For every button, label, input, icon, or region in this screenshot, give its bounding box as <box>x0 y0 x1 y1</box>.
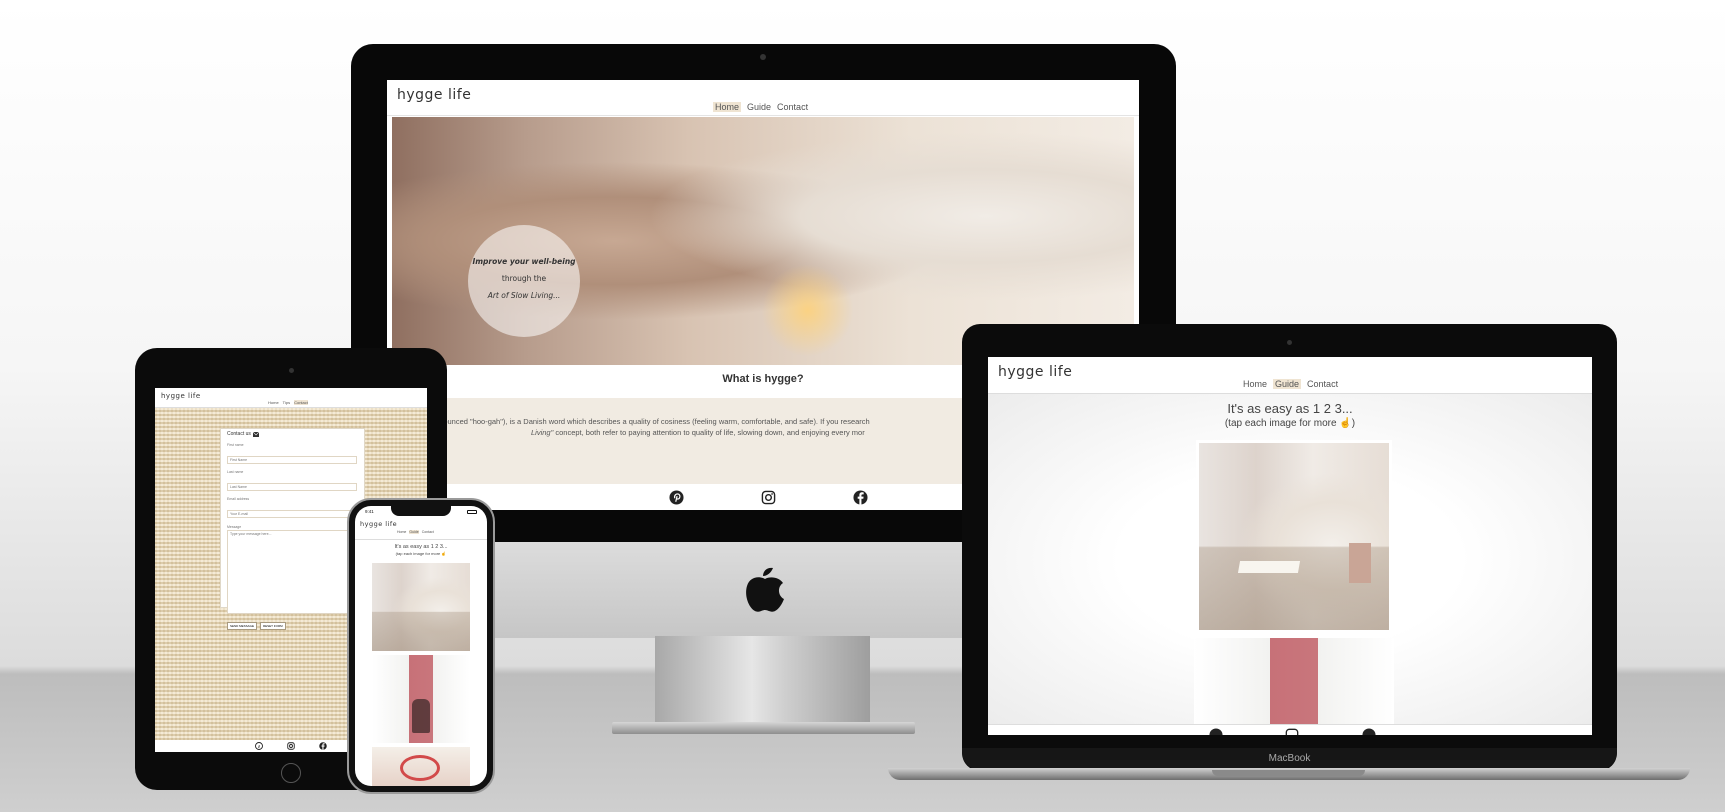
email-label: Email address <box>227 497 250 501</box>
last-name-label: Last name <box>227 470 244 474</box>
instagram-icon[interactable] <box>1285 728 1299 735</box>
yoga-figure <box>412 699 430 733</box>
iphone-nav-guide[interactable]: Guide <box>409 530 419 534</box>
imac-foot <box>612 722 915 734</box>
mb-heading: It's as easy as 1 2 3... <box>1227 401 1353 416</box>
intro-rest: concept, both refer to paying attention … <box>555 428 865 437</box>
book-shape <box>1237 561 1301 573</box>
mb-subheading-close: ) <box>1351 418 1356 429</box>
brand-logo[interactable]: hygge life <box>397 87 471 103</box>
iphone-header: hygge life Home Guide Contact <box>355 518 487 540</box>
ipad-brand[interactable]: hygge life <box>161 392 201 400</box>
ipad-header: hygge life Home Tips Contact <box>155 388 427 408</box>
iphone-guide-image-2[interactable] <box>372 655 470 743</box>
mb-brand[interactable]: hygge life <box>998 364 1072 380</box>
iphone-nav: Home Guide Contact <box>397 530 434 534</box>
mb-nav: Home Guide Contact <box>1243 379 1338 389</box>
hero-circle: Improve your well-being through the Art … <box>468 225 580 337</box>
envelope-icon <box>252 431 259 437</box>
hero-line-2: through the <box>501 274 547 283</box>
facebook-icon[interactable] <box>319 742 327 750</box>
instagram-icon[interactable] <box>761 490 776 505</box>
facebook-icon[interactable] <box>853 490 868 505</box>
hand-pointer-icon: ☝ <box>1339 418 1352 429</box>
first-name-input[interactable] <box>227 456 357 464</box>
ipad-nav-home[interactable]: Home <box>268 400 279 405</box>
nav-guide[interactable]: Guide <box>747 102 771 112</box>
nav-contact[interactable]: Contact <box>777 102 808 112</box>
last-name-input[interactable] <box>227 483 357 491</box>
iphone-subheading-text: (tap each image for more <box>395 551 441 556</box>
email-input[interactable] <box>227 510 357 518</box>
form-title: Contact us <box>227 431 259 437</box>
hero-line-1: Improve your well-being <box>472 257 576 266</box>
macbook-camera <box>1287 340 1292 345</box>
mb-subheading-text: (tap each image for more <box>1224 418 1337 429</box>
intro-em: Living" <box>531 428 554 437</box>
ipad-nav-tips[interactable]: Tips <box>283 400 290 405</box>
mb-nav-home[interactable]: Home <box>1243 379 1267 389</box>
mb-nav-guide[interactable]: Guide <box>1273 379 1302 389</box>
mb-nav-contact[interactable]: Contact <box>1307 379 1338 389</box>
facebook-icon[interactable] <box>1362 728 1376 735</box>
macbook-label: MacBook <box>962 748 1617 770</box>
mb-content: It's as easy as 1 2 3... (tap each image… <box>988 394 1592 724</box>
image-3-ring <box>400 755 440 781</box>
macbook-screen: hygge life Home Guide Contact It's as ea… <box>988 357 1592 735</box>
ipad-nav-contact[interactable]: Contact <box>294 400 308 405</box>
message-textarea[interactable] <box>227 530 357 614</box>
iphone-notch <box>391 506 451 516</box>
iphone-screen: 9:41 hygge life Home Guide Contact It's … <box>355 506 487 786</box>
mb-guide-image-2[interactable] <box>1194 638 1394 724</box>
main-nav: Home Guide Contact <box>713 102 808 112</box>
hero-line-3: Art of Slow Living... <box>487 291 561 300</box>
macbook-notch <box>1212 770 1365 776</box>
imac-camera <box>760 54 766 60</box>
iphone-status-time: 9:41 <box>365 509 374 514</box>
apple-logo-icon <box>746 567 784 612</box>
send-message-button[interactable]: SEND MESSAGE <box>227 622 258 630</box>
books-stack <box>1349 543 1371 583</box>
mb-footer <box>988 724 1592 735</box>
intro-line-1: onounced "hoo-gah"), is a Danish word wh… <box>435 417 870 426</box>
mb-guide-image-1[interactable] <box>1196 440 1392 633</box>
ipad-camera <box>289 368 294 373</box>
ipad-home-button[interactable] <box>281 763 301 783</box>
imac-stand <box>655 636 870 734</box>
form-buttons: SEND MESSAGE RESET FORM <box>227 622 358 630</box>
intro-line-2: Living" concept, both refer to paying at… <box>531 428 865 437</box>
mb-subheading: (tap each image for more ☝) <box>988 418 1592 429</box>
contact-form: Contact us First name Last name Email ad… <box>220 428 365 630</box>
reset-form-button[interactable]: RESET FORM <box>260 622 286 630</box>
mb-header: hygge life Home Guide Contact <box>988 357 1592 394</box>
pinterest-icon[interactable] <box>255 742 263 750</box>
iphone-brand[interactable]: hygge life <box>360 520 397 528</box>
pinterest-icon[interactable] <box>669 490 684 505</box>
nav-home[interactable]: Home <box>713 102 742 112</box>
ipad-nav: Home Tips Contact <box>268 400 308 405</box>
form-title-text: Contact us <box>227 431 251 437</box>
iphone-nav-contact[interactable]: Contact <box>422 530 434 534</box>
iphone-subheading: (tap each image for more ☝ <box>355 551 487 556</box>
pinterest-icon[interactable] <box>1209 728 1223 735</box>
instagram-icon[interactable] <box>287 742 295 750</box>
hand-pointer-icon: ☝ <box>441 551 447 556</box>
first-name-label: First name <box>227 443 244 447</box>
battery-icon <box>467 510 477 514</box>
iphone-guide-image-3[interactable] <box>372 747 470 786</box>
site-header: hygge life Home Guide Contact <box>387 80 1139 116</box>
form-fields: First name Last name Email address Messa… <box>227 443 358 630</box>
iphone-heading: It's as easy as 1 2 3... <box>394 544 448 550</box>
iphone-guide-image-1[interactable] <box>372 563 470 651</box>
iphone-nav-home[interactable]: Home <box>397 530 406 534</box>
